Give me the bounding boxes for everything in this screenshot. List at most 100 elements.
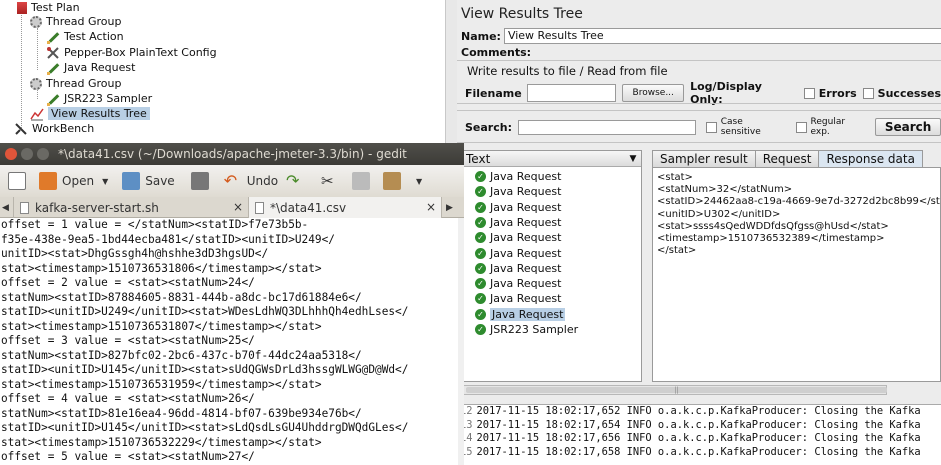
result-item-label: Java Request [490, 185, 562, 199]
dropdown-arrow-icon[interactable]: ▼ [627, 153, 639, 165]
log-line: 14 2017-11-15 18:02:17,656 INFO o.a.k.c.p… [460, 432, 941, 446]
result-item[interactable]: ✓ Java Request [467, 169, 561, 184]
success-check-icon: ✓ [475, 247, 486, 259]
success-check-icon: ✓ [475, 278, 486, 290]
result-item[interactable]: ✓ Java Request [467, 261, 561, 276]
tab-sampler-result[interactable]: Sampler result [652, 150, 756, 167]
errors-checkbox[interactable] [803, 87, 815, 99]
response-data-text: <stat> <statNum>32</statNum> <statID>244… [652, 167, 941, 382]
tree-node-thread-group-2[interactable]: Thread Group [30, 76, 121, 91]
result-item[interactable]: ✓ Java Request [467, 184, 561, 199]
tab-nav-left[interactable]: ◀ [0, 197, 14, 218]
success-check-icon: ✓ [475, 171, 486, 182]
tree-node-test-plan[interactable]: Test Plan [14, 0, 80, 15]
tab-request[interactable]: Request [754, 150, 820, 167]
undo-button[interactable]: ↶ Undo [224, 172, 278, 190]
comments-row: Comments: [461, 46, 531, 59]
log-panel: 12 2017-11-15 18:02:17,652 INFO o.a.k.c.p… [457, 404, 941, 465]
tab-data41-csv[interactable]: *\data41.csv × [249, 197, 442, 218]
close-icon[interactable]: × [233, 200, 243, 214]
search-button[interactable]: Search [875, 118, 941, 136]
gedit-titlebar: *\data41.csv (~/Downloads/apache-jmeter-… [0, 143, 464, 165]
tree-node-jsr223-sampler[interactable]: JSR223 Sampler [46, 91, 152, 106]
copy-icon [352, 172, 371, 190]
save-icon [122, 172, 141, 190]
toolbar-overflow-button[interactable]: ▼ [416, 177, 422, 186]
success-check-icon: ✓ [475, 216, 486, 228]
result-item-label: Java Request [490, 215, 562, 229]
result-item[interactable]: ✓ Java Request [467, 307, 566, 322]
horizontal-scrollbar[interactable]: || [463, 385, 887, 395]
success-check-icon: ✓ [475, 186, 486, 198]
save-button[interactable]: Save [122, 172, 175, 190]
open-button[interactable]: Open ▼ [39, 172, 108, 190]
search-input[interactable] [517, 119, 696, 135]
name-input[interactable]: View Results Tree [503, 28, 941, 44]
log-line-text: 2017-11-15 18:02:17,658 INFO o.a.k.c.p.K… [476, 445, 921, 458]
result-item-label: Java Request [490, 170, 562, 183]
minimize-window-icon[interactable] [21, 148, 33, 160]
view-results-tree-panel: View Results Tree Name: View Results Tre… [457, 0, 941, 465]
tree-node-test-action[interactable]: Test Action [46, 29, 124, 44]
new-document-icon [8, 172, 26, 190]
result-item[interactable]: ✓ Java Request [467, 200, 561, 215]
text-file-icon [255, 201, 264, 214]
tab-nav-right[interactable]: ▶ [442, 197, 462, 218]
log-line-text: 2017-11-15 18:02:17,656 INFO o.a.k.c.p.K… [476, 432, 921, 445]
search-label: Search: [465, 120, 512, 134]
scrollbar-thumb[interactable]: || [466, 387, 887, 394]
result-item[interactable]: ✓ Java Request [467, 276, 561, 291]
paste-button[interactable] [383, 172, 406, 190]
maximize-window-icon[interactable] [37, 148, 49, 160]
result-item-label: Java Request [490, 231, 562, 245]
success-check-icon: ✓ [475, 324, 486, 335]
tab-response-data[interactable]: Response data [818, 150, 923, 167]
success-check-icon: ✓ [475, 201, 486, 213]
close-icon[interactable]: × [426, 200, 436, 214]
wrench-icon [46, 46, 60, 60]
tree-node-workbench[interactable]: WorkBench [14, 121, 94, 136]
editor-scrollbar[interactable] [458, 218, 464, 465]
filename-input[interactable] [526, 84, 617, 102]
scissors-icon: ✂ [321, 172, 334, 190]
redo-button[interactable]: ↷ [286, 172, 309, 190]
gedit-window: *\data41.csv (~/Downloads/apache-jmeter-… [0, 143, 464, 465]
errors-label: Errors [818, 86, 857, 100]
desktop: Test Plan Thread Group Test Action Peppe… [0, 0, 941, 465]
success-check-icon: ✓ [475, 262, 486, 274]
name-label: Name: [461, 29, 501, 43]
result-item-label: Java Request [490, 307, 566, 321]
new-document-button[interactable] [8, 172, 31, 190]
editor-text-area[interactable]: offset = 1 value = </statNum><statID>f7e… [0, 218, 458, 465]
tree-node-thread-group[interactable]: Thread Group [30, 14, 121, 29]
result-item-label: Java Request [490, 261, 562, 275]
case-sensitive-checkbox[interactable] [705, 121, 717, 133]
result-item[interactable]: ✓ Java Request [467, 246, 561, 261]
panel-title: View Results Tree [461, 6, 583, 22]
close-window-icon[interactable] [5, 148, 17, 160]
result-item-label: Java Request [490, 277, 562, 291]
tree-node-pepper-box-config[interactable]: Pepper-Box PlainText Config [46, 45, 217, 60]
successes-checkbox[interactable] [862, 87, 874, 99]
result-item[interactable]: ✓ Java Request [467, 230, 561, 245]
tree-node-java-request[interactable]: Java Request [46, 60, 135, 75]
chevron-down-icon[interactable]: ▼ [102, 177, 108, 186]
case-sensitive-label: Case sensitive [720, 117, 761, 137]
log-line: 12 2017-11-15 18:02:17,652 INFO o.a.k.c.p… [460, 405, 941, 419]
gear-icon [30, 15, 42, 28]
result-item[interactable]: ✓ JSR223 Sampler [467, 322, 578, 337]
print-button[interactable] [190, 172, 214, 190]
cut-button[interactable]: ✂ [321, 172, 344, 190]
result-item[interactable]: ✓ Java Request [467, 215, 561, 230]
pane-splitter[interactable] [445, 0, 457, 146]
tree-node-view-results-tree[interactable]: View Results Tree [30, 106, 150, 121]
results-list-header[interactable]: Text ▼ [463, 151, 641, 167]
result-item-label: Java Request [490, 292, 562, 306]
copy-button[interactable] [352, 172, 375, 190]
browse-button[interactable]: Browse... [622, 84, 685, 102]
regex-checkbox[interactable] [795, 121, 807, 133]
write-results-heading: Write results to file / Read from file [467, 64, 668, 78]
result-item[interactable]: ✓ Java Request [467, 291, 561, 306]
gedit-tabs: ◀ kafka-server-start.sh × *\data41.csv ×… [0, 197, 464, 218]
tab-kafka-server-start[interactable]: kafka-server-start.sh × [14, 197, 249, 218]
